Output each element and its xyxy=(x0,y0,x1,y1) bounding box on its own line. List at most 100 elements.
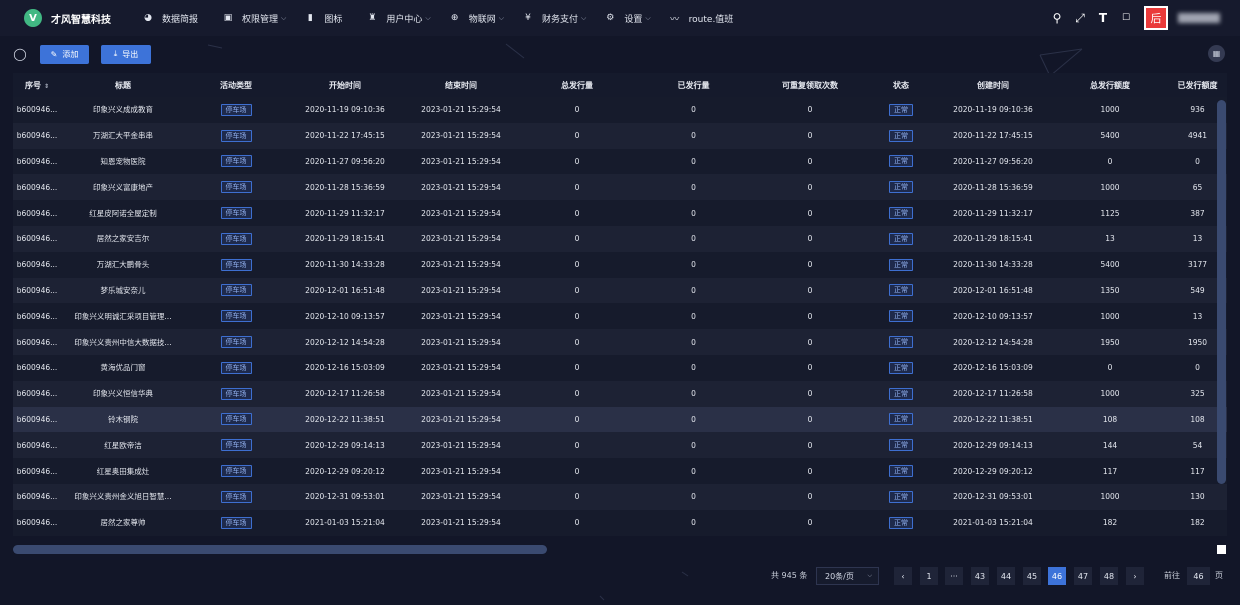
export-button[interactable]: ⤓ 导出 xyxy=(101,44,151,64)
cell-value: 2020-12-17 11:26:58 xyxy=(305,389,385,399)
table-row[interactable]: b600946... 红星奥田集成灶 停车场 2020-12-29 09:20:12 2… xyxy=(13,458,1227,484)
status-badge: 正常 xyxy=(889,310,913,323)
image-icon: ▮ xyxy=(307,13,313,23)
cell-value: 0 xyxy=(574,285,580,295)
add-button[interactable]: ✎ 添加 xyxy=(40,44,89,64)
table-cell: 2020-11-29 11:32:17 xyxy=(934,200,1052,226)
table-row[interactable]: b600946... 红星皮阿诺全屋定制 停车场 2020-11-29 11:32:1… xyxy=(13,200,1227,226)
table-cell: 印象兴义明诚汇采项目管理... xyxy=(61,303,185,329)
page-button[interactable]: 43 xyxy=(971,567,989,585)
activity-type-tag: 停车场 xyxy=(220,129,252,142)
page-button[interactable]: 48 xyxy=(1100,567,1118,585)
table-row[interactable]: b600946... 印象兴义明诚汇采项目管理... 停车场 2020-12-10 0… xyxy=(13,303,1227,330)
column-header[interactable]: 总发行额度 xyxy=(1052,73,1168,97)
table-row[interactable]: b600946... 万湖汇大平金串串 停车场 2020-11-22 17:45:15… xyxy=(13,122,1227,149)
menu-item-7[interactable]: 〰 route.值班 xyxy=(669,0,733,36)
status-badge: 正常 xyxy=(889,413,913,426)
table-cell: b600946... xyxy=(13,97,61,123)
menu-item-0[interactable]: ◕ 数据简报 xyxy=(142,0,198,36)
cell-value: 2023-01-21 15:29:54 xyxy=(421,440,501,450)
cell-value: 1950 xyxy=(1100,337,1120,347)
language-icon[interactable]: ☐ xyxy=(1115,13,1137,23)
prev-page-button[interactable]: ‹ xyxy=(894,567,912,585)
cell-value: 65 xyxy=(1192,182,1203,192)
cell-value: 4941 xyxy=(1187,131,1208,141)
more-pages-button[interactable]: ··· xyxy=(945,567,963,585)
table-row[interactable]: b600946... 居然之家安吉尔 停车场 2020-11-29 18:15:41 2… xyxy=(13,225,1227,252)
column-header[interactable]: 已发行额度 xyxy=(1168,73,1227,97)
page-button[interactable]: 44 xyxy=(997,567,1015,585)
goto-page-input[interactable]: 46 xyxy=(1187,567,1210,585)
column-settings-icon[interactable]: ▦ xyxy=(1208,45,1225,62)
page-button[interactable]: 45 xyxy=(1023,567,1041,585)
table-row[interactable]: b600946... 梦乐城安奈儿 停车场 2020-12-01 16:51:48 20… xyxy=(13,277,1227,304)
menu-item-3[interactable]: ♜ 用户中心 ⌵ xyxy=(366,0,430,36)
status-badge: 正常 xyxy=(889,103,913,116)
table-row[interactable]: b600946... 印象兴义富康地产 停车场 2020-11-28 15:36:59… xyxy=(13,174,1227,201)
page-size-select[interactable]: 20条/页 ⌵ xyxy=(816,567,879,585)
table-cell: 0 xyxy=(519,458,635,484)
cell-value: 2023-01-21 15:29:54 xyxy=(421,492,501,502)
table-row[interactable]: b600946... 印象兴义贵州中信大数据技... 停车场 2020-12-12 1… xyxy=(13,329,1227,355)
column-header[interactable]: 可重复领取次数 xyxy=(752,73,868,97)
table-cell: 2023-01-21 15:29:54 xyxy=(403,484,519,510)
table-cell: 13 xyxy=(1052,226,1168,252)
menu-item-5[interactable]: ¥ 财务支付 ⌵ xyxy=(522,0,586,36)
menu-item-1[interactable]: ▣ 权限管理 ⌵ xyxy=(222,0,287,36)
menu-item-2[interactable]: ▮ 图标 xyxy=(304,0,343,36)
table-row[interactable]: b600946... 知恩宠物医院 停车场 2020-11-27 09:56:20 20… xyxy=(13,148,1227,175)
table-row[interactable]: b600946... 万湖汇大鹏骨头 停车场 2020-11-30 14:33:28 2… xyxy=(13,251,1227,278)
search-icon[interactable]: ◯ xyxy=(13,47,27,61)
page-button[interactable]: 1 xyxy=(920,567,938,585)
column-header[interactable]: 序号 ⇕ xyxy=(13,73,61,97)
font-size-icon[interactable]: T xyxy=(1092,11,1114,25)
search-icon[interactable]: ⚲ xyxy=(1046,11,1068,25)
table-cell: 0 xyxy=(519,149,635,175)
cell-value: 0 xyxy=(574,131,580,141)
cell-value: 0 xyxy=(1107,363,1113,373)
horizontal-scrollbar[interactable] xyxy=(13,545,547,554)
avatar[interactable]: 后 xyxy=(1144,6,1168,30)
status-badge: 正常 xyxy=(889,361,913,374)
menu-item-6[interactable]: ⚙ 设置 ⌵ xyxy=(604,0,650,36)
fullscreen-icon[interactable]: ⤢ xyxy=(1069,11,1091,26)
app-name: 才风智慧科技 xyxy=(51,14,111,26)
column-header[interactable]: 标题 xyxy=(61,73,185,97)
table-row[interactable]: b600946... 印象兴义恒信华典 停车场 2020-12-17 11:26:58… xyxy=(13,380,1227,407)
table-row[interactable]: b600946... 居然之家尊帅 停车场 2021-01-03 15:21:04 20… xyxy=(13,509,1227,536)
cell-value: 1000 xyxy=(1100,492,1120,502)
page-button[interactable]: 47 xyxy=(1074,567,1092,585)
column-header-label: 结束时间 xyxy=(445,80,477,90)
next-page-button[interactable]: › xyxy=(1126,567,1144,585)
activity-type-tag: 停车场 xyxy=(220,258,252,271)
column-header[interactable]: 活动类型 xyxy=(185,73,287,97)
cell-value: 0 xyxy=(574,492,580,502)
column-header[interactable]: 状态 xyxy=(868,73,934,97)
cell-value: 130 xyxy=(1190,492,1205,502)
menu-item-4[interactable]: ⊕ 物联网 ⌵ xyxy=(449,0,504,36)
table-row[interactable]: b600946... 红星欧帝洁 停车场 2020-12-29 09:14:13 202… xyxy=(13,432,1227,459)
cell-value: 知恩宠物医院 xyxy=(100,156,146,166)
column-header[interactable]: 创建时间 xyxy=(934,73,1052,97)
table-cell: 2020-12-29 09:14:13 xyxy=(934,432,1052,458)
cell-value: 2020-11-29 18:15:41 xyxy=(953,234,1033,244)
page-button[interactable]: 46 xyxy=(1048,567,1066,585)
cell-value: 万湖汇大鹏骨头 xyxy=(96,260,150,270)
table-row[interactable]: b600946... 黄海优品门窗 停车场 2020-12-16 15:03:09 20… xyxy=(13,354,1227,381)
table-row[interactable]: b600946... 铃木钢院 停车场 2020-12-22 11:38:51 2023… xyxy=(13,406,1227,433)
network-icon: ⊕ xyxy=(450,13,459,23)
column-header[interactable]: 总发行量 xyxy=(519,73,635,97)
column-header[interactable]: 结束时间 xyxy=(403,73,519,97)
data-table-container: 序号 ⇕ 标题 活动类型 开始时间 结束时间 总发行量 已发行量 可重复领取次数 状态 创建时间 总发… xyxy=(13,73,1227,543)
cell-value: 387 xyxy=(1190,208,1205,218)
sort-icon[interactable]: ⇕ xyxy=(44,83,49,90)
app-logo[interactable]: V 才风智慧科技 xyxy=(24,9,142,27)
table-row[interactable]: b600946... 印象兴义贵州金义旭日智慧... 停车场 2020-12-31 0… xyxy=(13,483,1227,510)
table-row[interactable]: b600946... 印象兴义成成教育 停车场 2020-11-19 09:10:36… xyxy=(13,97,1227,123)
username-blurred[interactable] xyxy=(1178,13,1220,23)
column-header[interactable]: 开始时间 xyxy=(287,73,403,97)
cell-value: 3177 xyxy=(1187,260,1208,270)
cell-value: 0 xyxy=(691,414,696,424)
column-header[interactable]: 已发行量 xyxy=(635,73,752,97)
vertical-scrollbar[interactable] xyxy=(1217,100,1226,484)
